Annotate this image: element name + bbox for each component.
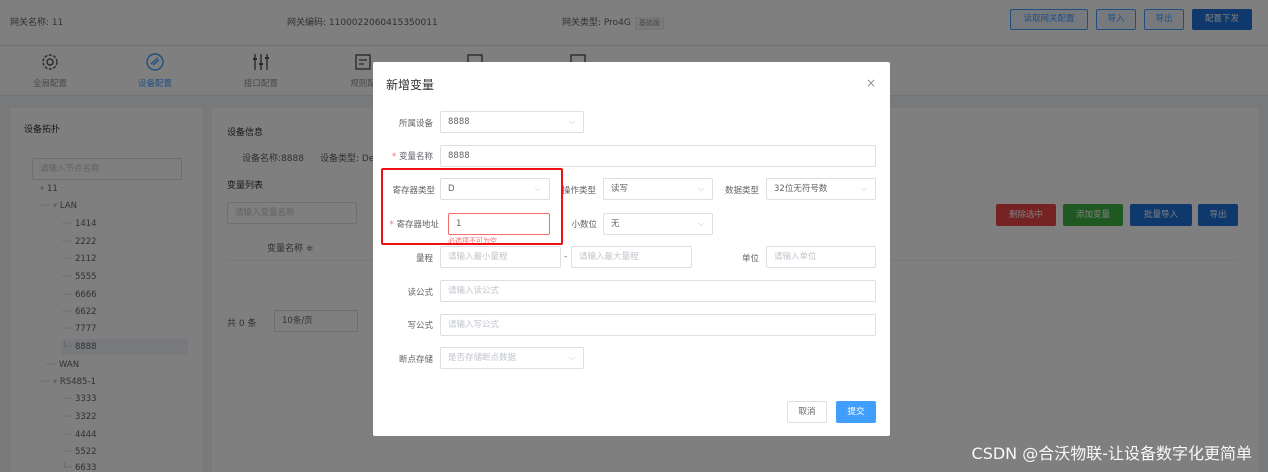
read-formula-input[interactable]: 请输入读公式 bbox=[440, 280, 876, 302]
chevron-down-icon: ⌵ bbox=[860, 184, 867, 193]
op-type-value: 读写 bbox=[611, 184, 629, 194]
data-type-select[interactable]: 32位无符号数 ⌵ bbox=[766, 178, 876, 200]
close-icon[interactable]: × bbox=[866, 76, 876, 90]
breakpoint-select[interactable]: 是否存储断点数据 ⌵ bbox=[440, 347, 584, 369]
unit-label: 单位 bbox=[741, 254, 759, 264]
chevron-down-icon: ⌵ bbox=[697, 184, 704, 193]
data-type-label: 数据类型 bbox=[724, 186, 759, 196]
watermark: CSDN @合沃物联-让设备数字化更简单 bbox=[971, 444, 1252, 463]
chevron-down-icon: ⌵ bbox=[568, 117, 575, 126]
range-min-input[interactable]: 请输入最小量程 bbox=[440, 246, 561, 268]
cancel-button[interactable]: 取消 bbox=[787, 401, 827, 423]
range-max-input[interactable]: 请输入最大量程 bbox=[571, 246, 692, 268]
range-separator: - bbox=[564, 252, 568, 262]
breakpoint-label: 断点存储 bbox=[398, 355, 433, 365]
data-type-value: 32位无符号数 bbox=[774, 184, 828, 194]
range-label: 量程 bbox=[415, 254, 433, 264]
var-name-input[interactable]: 8888 bbox=[440, 145, 876, 167]
chevron-down-icon: ⌵ bbox=[568, 353, 575, 362]
device-value: 8888 bbox=[448, 117, 470, 127]
var-name-label-text: 变量名称 bbox=[398, 152, 433, 162]
decimal-select[interactable]: 无 ⌵ bbox=[603, 213, 713, 235]
breakpoint-value: 是否存储断点数据 bbox=[448, 353, 517, 363]
submit-button[interactable]: 提交 bbox=[836, 401, 876, 423]
var-name-label: * 变量名称 bbox=[373, 150, 433, 162]
required-mark: * bbox=[392, 152, 397, 162]
device-label: 所属设备 bbox=[398, 119, 433, 129]
add-variable-dialog: 新增变量 × 所属设备 8888 ⌵ * 变量名称 8888 寄存器类型 D ⌵ 操… bbox=[373, 62, 890, 436]
chevron-down-icon: ⌵ bbox=[697, 219, 704, 228]
write-formula-input[interactable]: 请输入写公式 bbox=[440, 314, 876, 336]
dialog-title: 新增变量 bbox=[386, 78, 435, 92]
device-select[interactable]: 8888 ⌵ bbox=[440, 111, 584, 133]
decimal-value: 无 bbox=[611, 219, 620, 229]
decimal-label: 小数位 bbox=[571, 220, 597, 230]
highlight-annotation bbox=[381, 168, 563, 245]
unit-input[interactable]: 请输入单位 bbox=[766, 246, 876, 268]
write-formula-label: 写公式 bbox=[407, 321, 433, 331]
op-type-select[interactable]: 读写 ⌵ bbox=[603, 178, 713, 200]
read-formula-label: 读公式 bbox=[407, 288, 433, 298]
